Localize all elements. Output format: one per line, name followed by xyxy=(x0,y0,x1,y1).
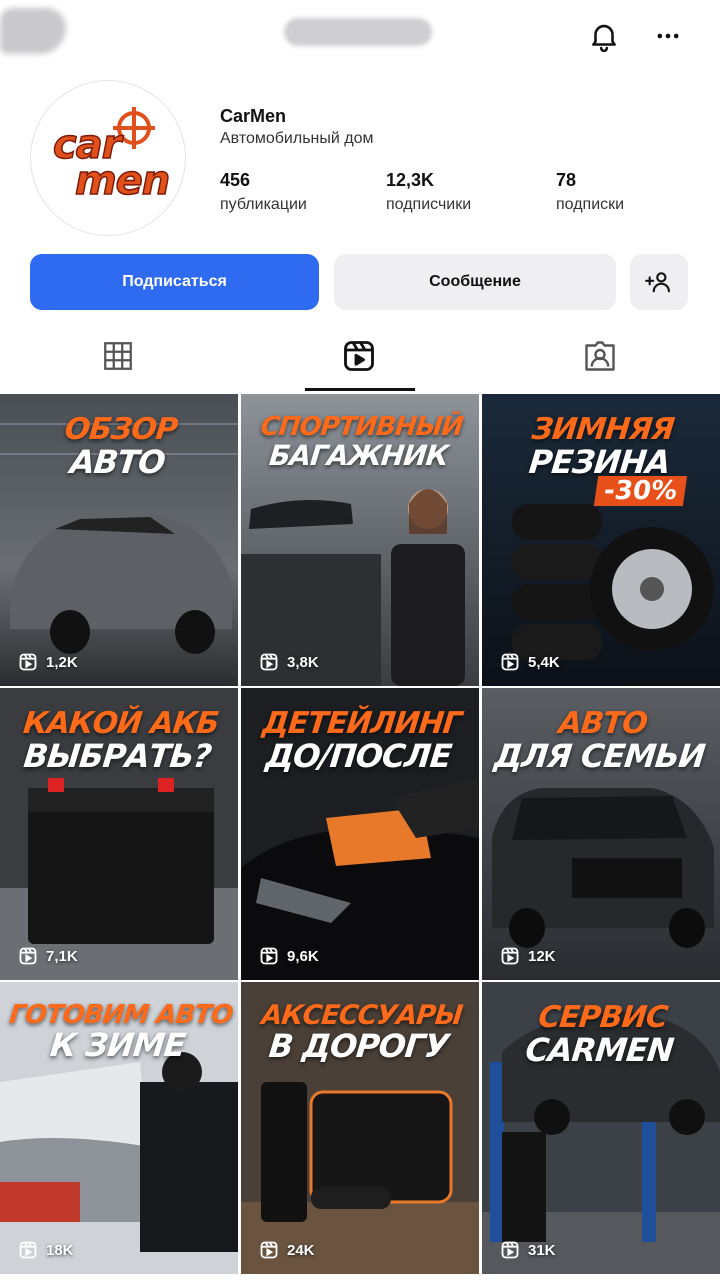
stat-followers[interactable]: 12,3K подписчики xyxy=(386,170,471,214)
reel-views: 18K xyxy=(18,1240,74,1260)
top-bar xyxy=(0,0,720,70)
reel-icon xyxy=(501,653,519,671)
add-person-icon xyxy=(645,272,670,293)
logo-text-men: men xyxy=(74,158,171,204)
reel-headline-line2: В ДОРОГУ xyxy=(267,1027,451,1066)
stat-followers-label: подписчики xyxy=(386,196,472,213)
reel-headline-line1: КАКОЙ АКБ xyxy=(21,706,221,741)
reel-views-count: 1,2K xyxy=(46,653,78,671)
reel-icon xyxy=(19,1241,37,1259)
reel-headline-line1: СПОРТИВНЫЙ xyxy=(259,412,465,442)
add-person-button[interactable] xyxy=(630,254,688,310)
reel-views: 3,8K xyxy=(259,652,319,672)
username-blurred xyxy=(284,18,432,46)
tagged-icon xyxy=(585,341,615,371)
grid-icon xyxy=(104,342,132,370)
reel-icon xyxy=(19,947,37,965)
reel-headline-line1: ДЕТЕЙЛИНГ xyxy=(260,706,463,741)
reel-views-count: 5,4K xyxy=(528,653,560,671)
reel-icon xyxy=(260,653,278,671)
reel-views: 5,4K xyxy=(500,652,560,672)
reel-views-count: 31K xyxy=(528,1241,556,1259)
reel-headline: ЗИМНЯЯ РЕЗИНА xyxy=(482,412,720,481)
reel-headline: АКСЕССУАРЫ В ДОРОГУ xyxy=(241,1000,479,1066)
reel-tile[interactable]: ГОТОВИМ АВТО К ЗИМЕ 18K xyxy=(0,982,238,1274)
reel-tile[interactable]: СЕРВИС CARMEN 31K xyxy=(482,982,720,1274)
stat-following-label: подписки xyxy=(556,196,625,213)
tab-tagged[interactable] xyxy=(545,320,655,392)
message-button[interactable]: Сообщение xyxy=(334,254,616,310)
back-button-blurred[interactable] xyxy=(0,8,66,54)
reel-views-count: 7,1K xyxy=(46,947,78,965)
reels-grid: ОБЗОР АВТО 1,2K СПОРТИВНЫЙ БАГАЖНИК 3,8K xyxy=(0,394,720,1280)
reel-headline: АВТО ДЛЯ СЕМЬИ xyxy=(482,706,720,775)
logo-target-icon xyxy=(113,107,155,149)
reel-tile[interactable]: АВТО ДЛЯ СЕМЬИ 12K xyxy=(482,688,720,980)
stat-following-value: 78 xyxy=(556,170,577,190)
reel-views: 24K xyxy=(259,1240,315,1260)
active-tab-indicator xyxy=(305,388,415,391)
reel-headline: КАКОЙ АКБ ВЫБРАТЬ? xyxy=(0,706,238,775)
reel-headline-line1: АКСЕССУАРЫ xyxy=(260,1000,464,1031)
reel-headline-line2: ВЫБРАТЬ? xyxy=(21,736,213,775)
tab-reels[interactable] xyxy=(304,320,414,392)
reel-headline-line2: ДЛЯ СЕМЬИ xyxy=(492,736,707,775)
reel-tile[interactable]: АКСЕССУАРЫ В ДОРОГУ 24K xyxy=(241,982,479,1274)
avatar[interactable]: car men xyxy=(30,80,186,236)
reel-headline: СПОРТИВНЫЙ БАГАЖНИК xyxy=(241,412,479,473)
reel-headline-line2: АВТО xyxy=(68,442,167,481)
stat-posts-value: 456 xyxy=(220,170,251,190)
stat-posts-label: публикации xyxy=(220,196,307,213)
bell-icon[interactable] xyxy=(582,14,626,58)
reel-headline-line2: ДО/ПОСЛЕ xyxy=(263,736,454,775)
reel-icon xyxy=(260,947,278,965)
profile-name: CarMen xyxy=(220,106,287,126)
discount-badge: -30% xyxy=(593,476,688,506)
reel-tile[interactable]: КАКОЙ АКБ ВЫБРАТЬ? 7,1K xyxy=(0,688,238,980)
content-tabs xyxy=(0,320,720,392)
reel-tile[interactable]: СПОРТИВНЫЙ БАГАЖНИК 3,8K xyxy=(241,394,479,686)
reel-views-count: 24K xyxy=(287,1241,315,1259)
reel-headline-line2: БАГАЖНИК xyxy=(267,439,450,473)
reel-views: 1,2K xyxy=(18,652,78,672)
reel-views: 7,1K xyxy=(18,946,78,966)
reel-icon xyxy=(501,947,519,965)
reel-headline-line1: ЗИМНЯЯ xyxy=(530,412,676,447)
reel-tile[interactable]: ДЕТЕЙЛИНГ ДО/ПОСЛЕ 9,6K xyxy=(241,688,479,980)
reel-headline-line1: СЕРВИС xyxy=(536,1000,669,1035)
reel-headline: СЕРВИС CARMEN xyxy=(482,1000,720,1069)
reel-views: 12K xyxy=(500,946,556,966)
reel-icon xyxy=(19,653,37,671)
stat-following[interactable]: 78 подписки xyxy=(556,170,624,214)
reels-icon xyxy=(344,341,374,371)
tab-grid[interactable] xyxy=(63,320,173,392)
reel-views: 9,6K xyxy=(259,946,319,966)
reel-tile[interactable]: ОБЗОР АВТО 1,2K xyxy=(0,394,238,686)
stat-posts[interactable]: 456 публикации xyxy=(220,170,307,214)
reel-icon xyxy=(501,1241,519,1259)
reel-headline: ГОТОВИМ АВТО К ЗИМЕ xyxy=(0,1000,238,1065)
reel-views-count: 12K xyxy=(528,947,556,965)
profile-category: Автомобильный дом xyxy=(220,130,374,147)
reel-headline-line1: ОБЗОР xyxy=(62,412,179,447)
more-icon[interactable] xyxy=(646,14,690,58)
reel-views: 31K xyxy=(500,1240,556,1260)
reel-headline-line1: ГОТОВИМ АВТО xyxy=(7,1000,234,1030)
reel-headline: ДЕТЕЙЛИНГ ДО/ПОСЛЕ xyxy=(241,706,479,775)
reel-views-count: 18K xyxy=(46,1241,74,1259)
reel-views-count: 9,6K xyxy=(287,947,319,965)
reel-icon xyxy=(260,1241,278,1259)
reel-headline: ОБЗОР АВТО xyxy=(0,412,238,481)
reel-views-count: 3,8K xyxy=(287,653,319,671)
follow-button[interactable]: Подписаться xyxy=(30,254,319,310)
reel-headline-line2: К ЗИМЕ xyxy=(48,1026,187,1065)
stat-followers-value: 12,3K xyxy=(386,170,435,190)
reel-tile[interactable]: ЗИМНЯЯ РЕЗИНА -30% 5,4K xyxy=(482,394,720,686)
reel-headline-line2: CARMEN xyxy=(523,1030,676,1069)
reel-headline-line1: АВТО xyxy=(556,706,649,741)
reel-headline-line2: РЕЗИНА xyxy=(527,442,672,481)
